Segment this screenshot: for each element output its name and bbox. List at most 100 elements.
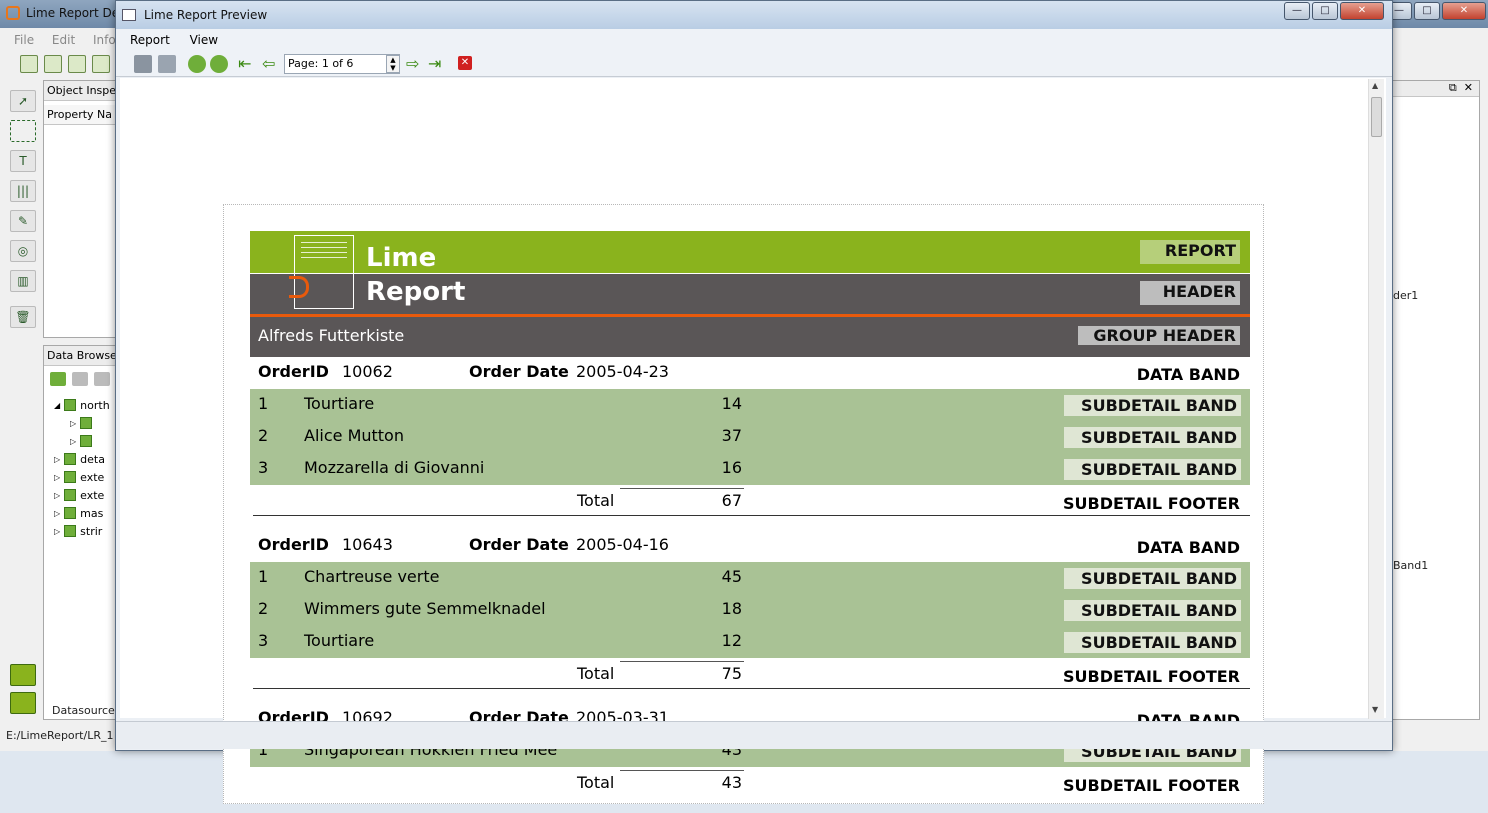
item-number: 3	[258, 631, 269, 650]
lime-report-logo	[289, 235, 354, 309]
close-preview-icon[interactable]: ✕	[458, 56, 472, 70]
designer-tools: ➚ T ||| ✎ ◎ ▥ 🗑	[10, 90, 36, 328]
print-icon[interactable]	[134, 55, 152, 73]
item-number: 2	[258, 599, 269, 618]
group-header-label: GROUP HEADER	[1078, 326, 1240, 345]
tree-item[interactable]: ◢ north	[54, 396, 117, 414]
item-qty: 37	[721, 426, 742, 445]
select-tool-icon[interactable]: ➚	[10, 90, 36, 112]
item-name: Mozzarella di Giovanni	[304, 458, 485, 477]
datasources-tab[interactable]: Datasources	[52, 704, 121, 717]
subdetail-band-label: SUBDETAIL BAND	[1064, 459, 1241, 480]
tree-item[interactable]: ▷ exte	[54, 486, 117, 504]
scroll-up-icon[interactable]: ▲	[1372, 81, 1378, 90]
header-band-label: HEADER	[1140, 281, 1240, 305]
menu-info[interactable]: Info	[93, 33, 116, 47]
total-label: Total	[577, 491, 615, 510]
page-spinbox[interactable]: Page: 1 of 6	[284, 54, 400, 74]
tree-item[interactable]: ▷ exte	[54, 468, 117, 486]
tree-item[interactable]: ▷ deta	[54, 450, 117, 468]
report-band-label: REPORT	[1140, 240, 1240, 264]
zoom-in-icon[interactable]	[188, 55, 206, 73]
close-icon[interactable]: ✕	[1340, 2, 1384, 20]
last-page-icon[interactable]: ⇥	[428, 54, 441, 73]
preview-window: Lime Report Preview — □ ✕ Report View ⇤ …	[115, 0, 1393, 804]
item-number: 1	[258, 394, 269, 413]
item-name: Wimmers gute Semmelknadel	[304, 599, 546, 618]
new-report-icon[interactable]	[20, 55, 38, 73]
dock-right-icon[interactable]	[10, 692, 36, 714]
report-view[interactable]: Lime Report REPORT HEADER Alfreds Futter…	[120, 78, 1386, 804]
tree-item[interactable]: Band1	[1393, 559, 1428, 572]
footer-divider	[253, 515, 1250, 516]
trash-icon[interactable]: 🗑	[10, 306, 36, 328]
maximize-icon[interactable]: □	[1414, 2, 1440, 20]
item-name: Tourtiare	[304, 631, 375, 650]
order-block: OrderID 10692 Order Date 2005-03-31 DATA…	[250, 703, 1250, 813]
item-number: 2	[258, 426, 269, 445]
columns-tool-icon[interactable]: ▥	[10, 270, 36, 292]
add-connection-icon[interactable]	[50, 372, 66, 386]
maximize-icon[interactable]: □	[1312, 2, 1338, 20]
barcode-tool-icon[interactable]: |||	[10, 180, 36, 202]
item-number: 3	[258, 458, 269, 477]
menu-view[interactable]: View	[190, 33, 218, 47]
preview-icon[interactable]	[92, 55, 110, 73]
customer-name: Alfreds Futterkiste	[258, 326, 405, 345]
logo-text-lime: Lime	[366, 243, 437, 273]
band-tool-icon[interactable]	[10, 120, 36, 142]
report-page: Lime Report REPORT HEADER Alfreds Futter…	[223, 204, 1264, 804]
zoom-out-icon[interactable]	[210, 55, 228, 73]
database-icon	[64, 399, 77, 411]
float-icon[interactable]: ⧉	[1449, 81, 1457, 94]
table-icon	[64, 489, 77, 501]
tree-item[interactable]: ▷ strir	[54, 522, 117, 540]
data-band-label: DATA BAND	[1136, 365, 1240, 384]
subdetail-band-label: SUBDETAIL BAND	[1064, 600, 1241, 621]
designer-window-controls: — □ ✕	[1386, 2, 1486, 20]
total-line	[620, 770, 744, 771]
panel-close-icon[interactable]: ✕	[1464, 81, 1473, 94]
open-icon[interactable]	[68, 55, 86, 73]
menu-edit[interactable]: Edit	[52, 33, 75, 47]
menu-report[interactable]: Report	[130, 33, 170, 47]
shape-tool-icon[interactable]: ◎	[10, 240, 36, 262]
preview-titlebar: Lime Report Preview — □ ✕	[116, 1, 1392, 29]
minimize-icon[interactable]: —	[1284, 2, 1310, 20]
total-value: 67	[721, 491, 742, 510]
orderdate-value: 2005-04-23	[576, 362, 669, 381]
text-tool-icon[interactable]: T	[10, 150, 36, 172]
vertical-scrollbar[interactable]: ▲ ▼	[1368, 79, 1384, 719]
page-spin-arrows[interactable]: ▲ ▼	[386, 55, 400, 73]
scroll-thumb[interactable]	[1371, 97, 1382, 137]
image-tool-icon[interactable]: ✎	[10, 210, 36, 232]
tree-item[interactable]: ▷	[54, 414, 117, 432]
datasource-tree: ◢ north ▷ ▷ ▷ deta ▷ exte ▷ exte ▷ mas ▷ strir	[44, 392, 117, 540]
dock-left-icon[interactable]	[10, 664, 36, 686]
menu-file[interactable]: File	[14, 33, 34, 47]
tree-item[interactable]: der1	[1393, 289, 1418, 302]
table-icon	[80, 417, 93, 429]
edit-connection-icon[interactable]	[72, 372, 88, 386]
tree-item[interactable]: ▷ mas	[54, 504, 117, 522]
table-icon	[64, 525, 77, 537]
delete-connection-icon[interactable]	[94, 372, 110, 386]
data-browser-title: Data Browser	[44, 346, 117, 366]
scroll-down-icon[interactable]: ▼	[1372, 705, 1378, 714]
preview-menubar: Report View	[116, 29, 1392, 51]
item-qty: 45	[721, 567, 742, 586]
order-block: OrderID 10062 Order Date 2005-04-23 DATA…	[250, 357, 1250, 517]
total-value: 43	[721, 773, 742, 792]
pdf-icon[interactable]	[158, 55, 176, 73]
table-icon	[80, 435, 93, 447]
table-icon	[64, 507, 77, 519]
next-page-icon[interactable]: ⇨	[406, 54, 419, 73]
close-icon[interactable]: ✕	[1442, 2, 1486, 20]
first-page-icon[interactable]: ⇤	[238, 54, 251, 73]
subdetail-band-label: SUBDETAIL BAND	[1064, 427, 1241, 448]
total-value: 75	[721, 664, 742, 683]
save-icon[interactable]	[44, 55, 62, 73]
tree-item[interactable]: ▷	[54, 432, 117, 450]
orderdate-label: Order Date	[469, 535, 569, 554]
prev-page-icon[interactable]: ⇦	[262, 54, 275, 73]
